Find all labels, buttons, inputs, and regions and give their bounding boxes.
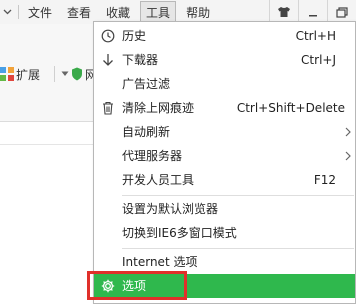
menu-item-shortcut: Ctrl+J: [301, 53, 336, 67]
gear-icon: [100, 274, 116, 298]
menu-favorites[interactable]: 收藏: [101, 1, 135, 23]
extensions-icon: [0, 67, 14, 81]
menu-item-downloader[interactable]: 下载器 Ctrl+J: [94, 48, 355, 72]
menu-item-developer-tools[interactable]: 开发人员工具 F12: [94, 168, 355, 192]
menu-view[interactable]: 查看: [62, 1, 96, 23]
extensions-button[interactable]: 扩展: [0, 66, 40, 83]
web-button[interactable]: 网: [61, 66, 97, 83]
content-divider: [0, 144, 100, 145]
menu-item-ie6-mode[interactable]: 切换到IE6多窗口模式: [94, 221, 355, 245]
menu-item-ad-filter[interactable]: 广告过滤: [94, 72, 355, 96]
menu-item-label: 历史: [122, 29, 147, 43]
menu-help[interactable]: 帮助: [181, 1, 215, 23]
restore-icon: [336, 6, 348, 18]
extensions-label: 扩展: [16, 67, 41, 82]
menu-item-auto-refresh[interactable]: 自动刷新: [94, 120, 355, 144]
menu-item-label: 代理服务器: [122, 149, 183, 163]
menu-item-shortcut: F12: [313, 173, 336, 187]
menu-item-set-default-browser[interactable]: 设置为默认浏览器: [94, 197, 355, 221]
menu-item-label: 切换到IE6多窗口模式: [122, 226, 237, 240]
menu-item-label: Internet 选项: [122, 255, 198, 269]
clock-icon: [100, 24, 116, 48]
menu-separator: [122, 248, 354, 249]
menu-item-label: 下载器: [122, 53, 159, 67]
menu-item-shortcut: Ctrl+H: [295, 29, 336, 43]
menu-tools[interactable]: 工具: [140, 1, 177, 23]
trash-icon: [100, 96, 116, 120]
menu-item-shortcut: Ctrl+Shift+Delete: [236, 101, 345, 115]
minimize-icon: [308, 7, 318, 17]
menu-item-options[interactable]: 选项: [94, 274, 355, 298]
menu-item-history[interactable]: 历史 Ctrl+H: [94, 24, 355, 48]
menu-separator: [122, 195, 354, 196]
menu-item-label: 清除上网痕迹: [122, 101, 195, 115]
chevron-down-icon: [61, 71, 69, 77]
tools-dropdown-menu: 历史 Ctrl+H 下载器 Ctrl+J 广告过滤 清除上网痕迹 Ctrl+Sh…: [93, 21, 356, 304]
menubar-divider: [18, 5, 19, 19]
chevron-right-icon: [345, 120, 351, 144]
menu-item-label: 广告过滤: [122, 77, 171, 91]
toolbar-divider: [54, 66, 56, 82]
menu-item-internet-options[interactable]: Internet 选项: [94, 250, 355, 274]
menu-item-label: 选项: [122, 279, 147, 293]
menu-item-label: 设置为默认浏览器: [122, 202, 219, 216]
menu-file[interactable]: 文件: [23, 1, 57, 23]
shield-icon: [71, 67, 83, 81]
chevron-right-icon: [345, 144, 351, 168]
menu-item-proxy-server[interactable]: 代理服务器: [94, 144, 355, 168]
shirt-icon: [277, 6, 291, 18]
chevron-down-icon[interactable]: [0, 0, 14, 24]
menu-item-label: 自动刷新: [122, 125, 171, 139]
download-arrow-icon: [100, 48, 116, 72]
menu-item-label: 开发人员工具: [122, 173, 195, 187]
toolbar-row: 扩展 网: [0, 62, 105, 86]
menu-item-clear-traces[interactable]: 清除上网痕迹 Ctrl+Shift+Delete: [94, 96, 355, 120]
